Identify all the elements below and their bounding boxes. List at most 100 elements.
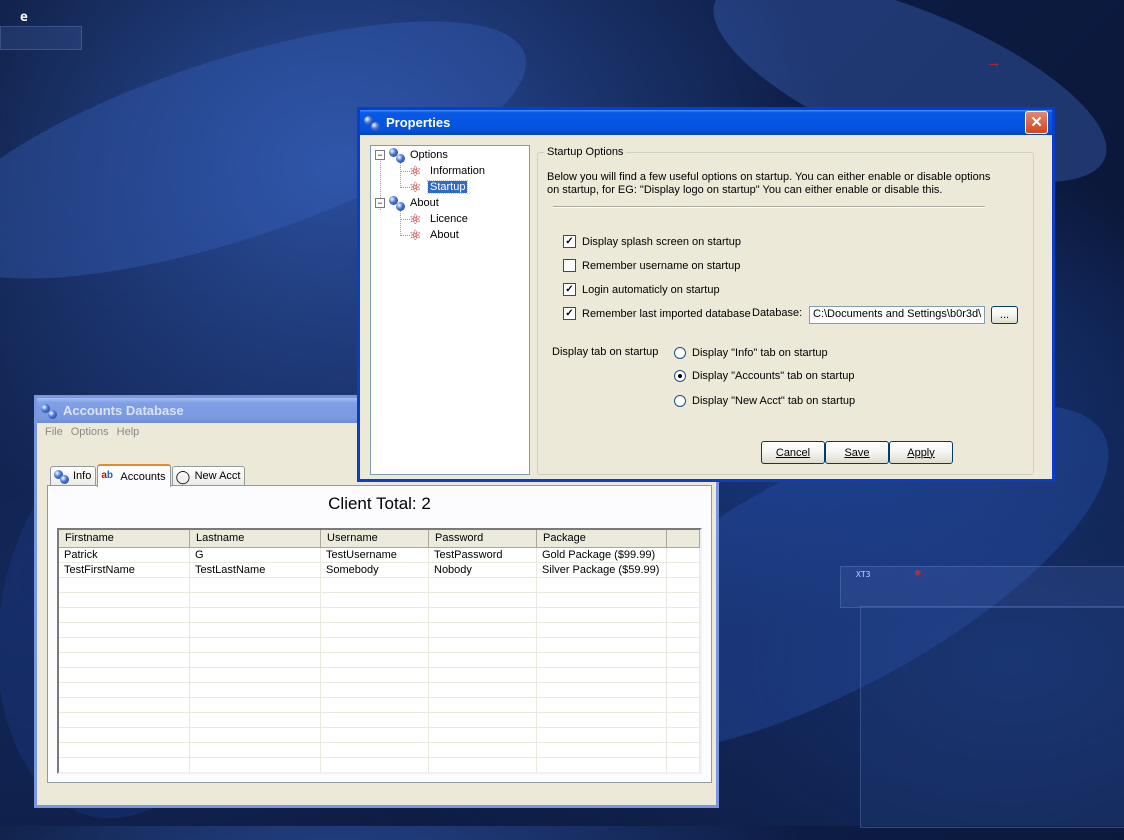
empty-table-cell [321,593,429,607]
radio-info-tab-row[interactable]: Display "Info" tab on startup [674,347,828,359]
tree-connector [400,162,401,188]
empty-table-cell [190,578,321,592]
properties-titlebar[interactable]: Properties ✕ [360,110,1052,135]
atom-icon: ⚛ [409,211,422,227]
empty-table-cell [59,653,190,667]
remember-db-checkbox-row[interactable]: ✓ Remember last imported database [563,307,751,320]
empty-table-cell [59,638,190,652]
menu-help[interactable]: Help [113,426,144,438]
empty-table-cell [59,698,190,712]
empty-table-cell [429,743,537,757]
tab-new-acct-label: New Acct [194,470,241,482]
table-row[interactable]: TestFirstName TestLastName Somebody Nobo… [59,563,700,578]
menu-options[interactable]: Options [67,426,113,438]
collapse-icon[interactable]: − [375,198,385,208]
remember-db-checkbox[interactable]: ✓ [563,307,576,320]
checkbox-label: Remember username on startup [582,259,741,272]
radio-accounts-tab[interactable] [674,370,686,382]
tree-node-licence[interactable]: ⚛ Licence [409,211,470,227]
menu-file[interactable]: File [41,426,67,438]
tree-label: Information [430,165,486,177]
column-header[interactable]: Username [321,530,429,547]
options-tree[interactable]: − Options ⚛ Information ⚛ Startup − Abou… [370,145,530,475]
group-title: Startup Options [544,146,627,158]
database-label: Database: [752,307,803,319]
table-row[interactable]: Patrick G TestUsername TestPassword Gold… [59,548,700,563]
empty-table-cell [59,608,190,622]
empty-table-cell [321,773,429,774]
empty-table-cell [537,683,667,697]
empty-table-cell [59,578,190,592]
empty-table-row [59,698,700,713]
tab-new-acct[interactable]: ◯ New Acct [171,466,246,485]
tab-accounts[interactable]: ab Accounts [97,464,171,487]
empty-table-cell [429,593,537,607]
radio-accounts-tab-row[interactable]: Display "Accounts" tab on startup [674,370,855,382]
auto-login-checkbox-row[interactable]: ✓ Login automaticly on startup [563,283,720,296]
column-header[interactable]: Password [429,530,537,547]
empty-table-row [59,668,700,683]
empty-table-cell [429,668,537,682]
column-header[interactable]: Lastname [190,530,321,547]
empty-table-row [59,758,700,772]
tree-node-options[interactable]: − Options [375,147,450,163]
tree-node-startup[interactable]: ⚛ Startup [409,179,469,195]
empty-table-cell [537,638,667,652]
empty-table-row [59,728,700,743]
accounts-table[interactable]: Firstname Lastname Username Password Pac… [57,528,702,774]
empty-table-cell [190,668,321,682]
apply-button[interactable]: Apply [889,441,953,464]
tree-node-information[interactable]: ⚛ Information [409,163,487,179]
table-cell-filler [667,563,700,577]
auto-login-checkbox[interactable]: ✓ [563,283,576,296]
tree-connector [400,210,401,236]
empty-table-cell [429,728,537,742]
column-header[interactable]: Package [537,530,667,547]
wallpaper-panel [840,566,1124,608]
tab-info[interactable]: Info [50,466,97,485]
empty-table-cell [321,683,429,697]
column-header[interactable]: Firstname [59,530,190,547]
accounts-window-title: Accounts Database [63,403,184,418]
empty-table-cell [190,608,321,622]
tree-label: About [410,197,439,209]
table-cell: Patrick [59,548,190,562]
empty-table-cell [667,773,700,774]
tab-startup-label: Display tab on startup [552,346,659,358]
atom-icon: ⚛ [409,179,422,195]
empty-table-cell [537,728,667,742]
collapse-icon[interactable]: − [375,150,385,160]
empty-table-row [59,578,700,593]
empty-table-row [59,653,700,668]
tree-node-about[interactable]: ⚛ About [409,227,461,243]
info-tab-icon [54,469,70,484]
empty-table-cell [667,578,700,592]
radio-label: Display "Accounts" tab on startup [692,370,855,382]
empty-table-cell [59,668,190,682]
database-path-field[interactable]: C:\Documents and Settings\b0r3d\ [809,306,985,324]
empty-table-cell [537,758,667,772]
remember-username-checkbox-row[interactable]: Remember username on startup [563,259,740,272]
empty-table-cell [429,713,537,727]
radio-info-tab[interactable] [674,347,686,359]
radio-newacct-tab[interactable] [674,395,686,407]
empty-table-cell [537,578,667,592]
empty-table-row [59,623,700,638]
remember-username-checkbox[interactable] [563,259,576,272]
properties-dialog: Properties ✕ − Options ⚛ Information ⚛ S… [357,107,1055,482]
empty-rows [59,578,700,774]
cancel-button[interactable]: Cancel [761,441,825,464]
splash-checkbox-row[interactable]: ✓ Display splash screen on startup [563,235,741,248]
separator [553,206,985,208]
splash-checkbox[interactable]: ✓ [563,235,576,248]
save-button[interactable]: Save [825,441,889,464]
radio-newacct-tab-row[interactable]: Display "New Acct" tab on startup [674,395,855,407]
empty-table-cell [537,623,667,637]
empty-table-cell [667,653,700,667]
table-cell: TestFirstName [59,563,190,577]
browse-button[interactable]: ... [991,306,1018,324]
wallpaper-panel [860,606,1124,828]
close-button[interactable]: ✕ [1025,111,1048,134]
tree-node-about-group[interactable]: − About [375,195,441,211]
empty-table-row [59,593,700,608]
